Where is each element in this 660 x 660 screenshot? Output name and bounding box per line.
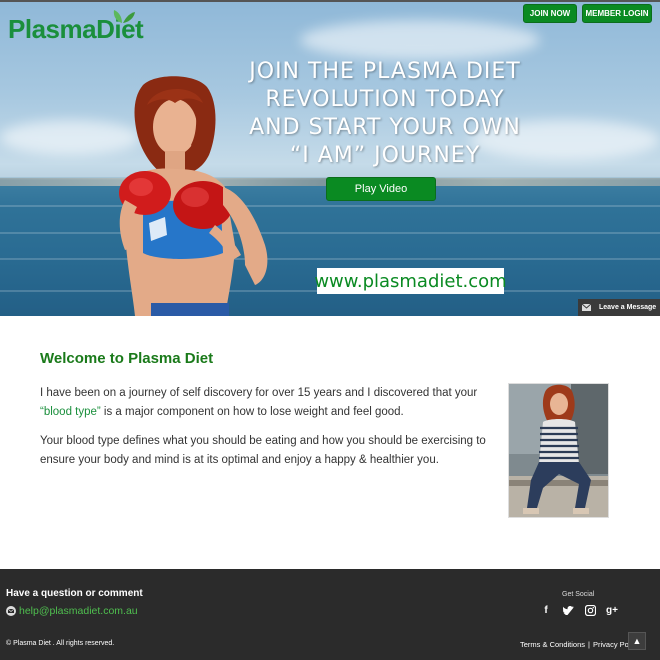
site-footer: Have a question or comment help@plasmadi… <box>0 569 660 660</box>
intro-paragraph: I have been on a journey of self discove… <box>40 384 490 422</box>
founder-photo-image <box>509 384 608 517</box>
logo-text-plasma: Plasma <box>8 14 97 44</box>
facebook-icon[interactable]: f <box>539 603 553 617</box>
join-now-button[interactable]: JOIN NOW <box>523 4 577 23</box>
link-separator: | <box>588 640 590 649</box>
leave-message-button[interactable]: Leave a Message <box>578 299 660 316</box>
email-icon <box>6 606 16 616</box>
leave-message-label: Leave a Message <box>599 304 657 311</box>
hero-banner: PlasmaDiet JOIN NOW MEMBER LOGIN JOIN TH… <box>0 0 660 316</box>
footer-question-heading: Have a question or comment <box>6 588 143 599</box>
founder-photo <box>508 383 609 518</box>
page-title: Welcome to Plasma Diet <box>40 350 214 367</box>
terms-link[interactable]: Terms & Conditions <box>520 640 585 649</box>
leaf-icon <box>113 10 135 23</box>
footer-links: Terms & Conditions | Privacy Policy <box>520 640 640 649</box>
chevron-up-icon: ▲ <box>632 636 642 646</box>
twitter-icon[interactable] <box>561 603 575 617</box>
googleplus-icon[interactable]: g+ <box>605 603 619 617</box>
footer-email[interactable]: help@plasmadiet.com.au <box>6 605 138 617</box>
intro-text: I have been on a journey of self discove… <box>40 387 478 399</box>
hero-woman-image <box>119 76 268 316</box>
play-video-button[interactable]: Play Video <box>326 177 436 201</box>
blood-type-paragraph: Your blood type defines what you should … <box>40 435 486 466</box>
instagram-icon[interactable] <box>583 603 597 617</box>
copyright-text: © Plasma Diet . All rights reserved. <box>6 640 115 647</box>
intro-text-end: is a major component on how to lose weig… <box>100 406 404 418</box>
blood-type-link[interactable]: “blood type” <box>40 406 101 418</box>
footer-email-link[interactable]: help@plasmadiet.com.au <box>19 605 138 617</box>
website-url-banner: www.plasmadiet.com <box>314 268 507 294</box>
envelope-icon <box>582 304 591 311</box>
member-login-button[interactable]: MEMBER LOGIN <box>582 4 652 23</box>
cloud <box>300 20 540 60</box>
get-social-label: Get Social <box>562 591 595 598</box>
scroll-to-top-button[interactable]: ▲ <box>628 632 646 650</box>
top-border <box>0 0 660 2</box>
